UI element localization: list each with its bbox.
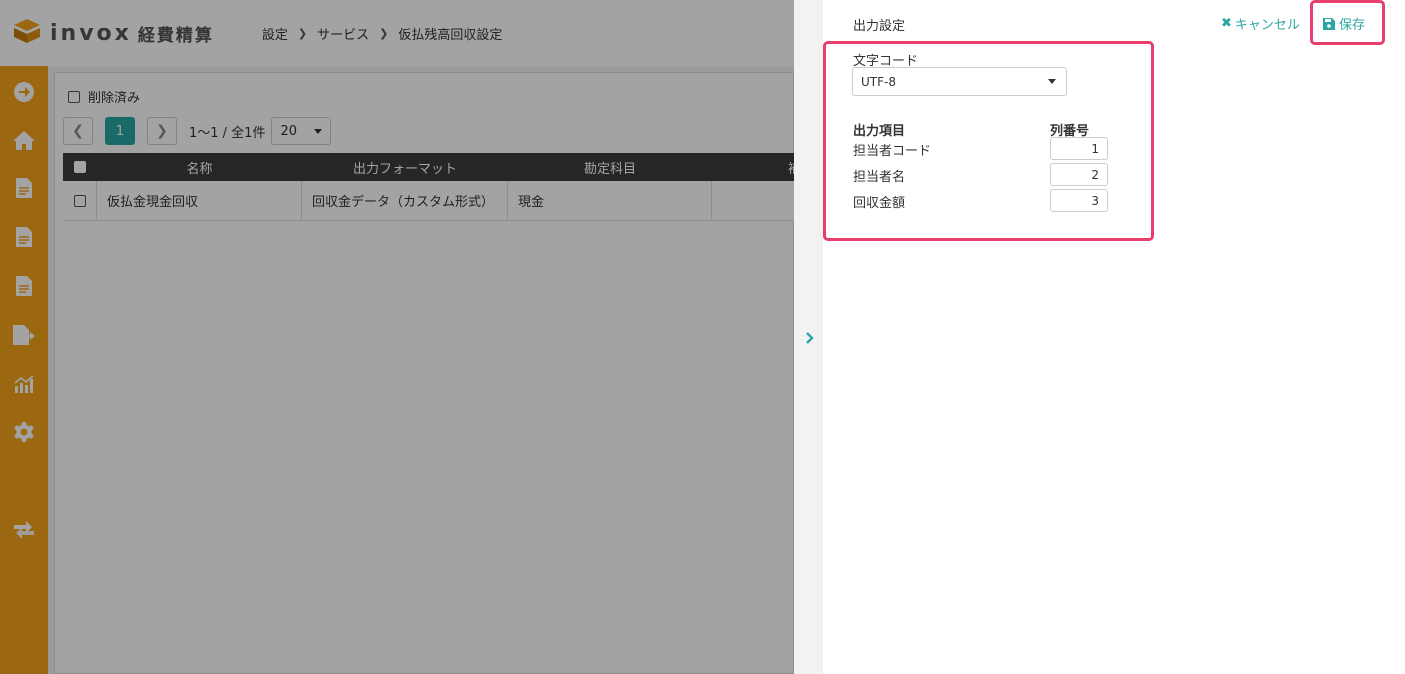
cancel-label: キャンセル (1234, 18, 1300, 33)
output-item-row: 回収金額 3 (853, 189, 1113, 213)
close-icon: ✖ (1221, 16, 1232, 31)
main-app: invox 経費精算 設定 ❯ サービス ❯ 仮払残高回収設定 削除済み ❮ 1… (0, 0, 794, 674)
charset-select[interactable]: UTF-8 (852, 67, 1067, 96)
output-item-row: 担当者コード 1 (853, 137, 1113, 161)
output-item-label: 担当者名 (853, 169, 906, 185)
output-item-row: 担当者名 2 (853, 163, 1113, 187)
column-number-input[interactable]: 1 (1050, 137, 1108, 160)
column-number-input[interactable]: 2 (1050, 163, 1108, 186)
output-item-label: 担当者コード (853, 143, 932, 159)
chevron-right-icon[interactable] (803, 330, 817, 346)
cancel-button[interactable]: ✖ キャンセル (1221, 14, 1300, 33)
panel-title: 出力設定 (853, 19, 906, 34)
charset-value: UTF-8 (861, 74, 896, 89)
column-number-input[interactable]: 3 (1050, 189, 1108, 212)
save-highlight-box (1310, 0, 1385, 45)
panel-collapse-strip (794, 0, 823, 674)
modal-backdrop[interactable] (0, 0, 794, 674)
caret-down-icon (1048, 79, 1056, 84)
output-item-label: 回収金額 (853, 195, 906, 211)
output-settings-panel: 出力設定 ✖ キャンセル 保存 文字コード UTF-8 出力項目 列番号 担当者… (823, 0, 1405, 674)
